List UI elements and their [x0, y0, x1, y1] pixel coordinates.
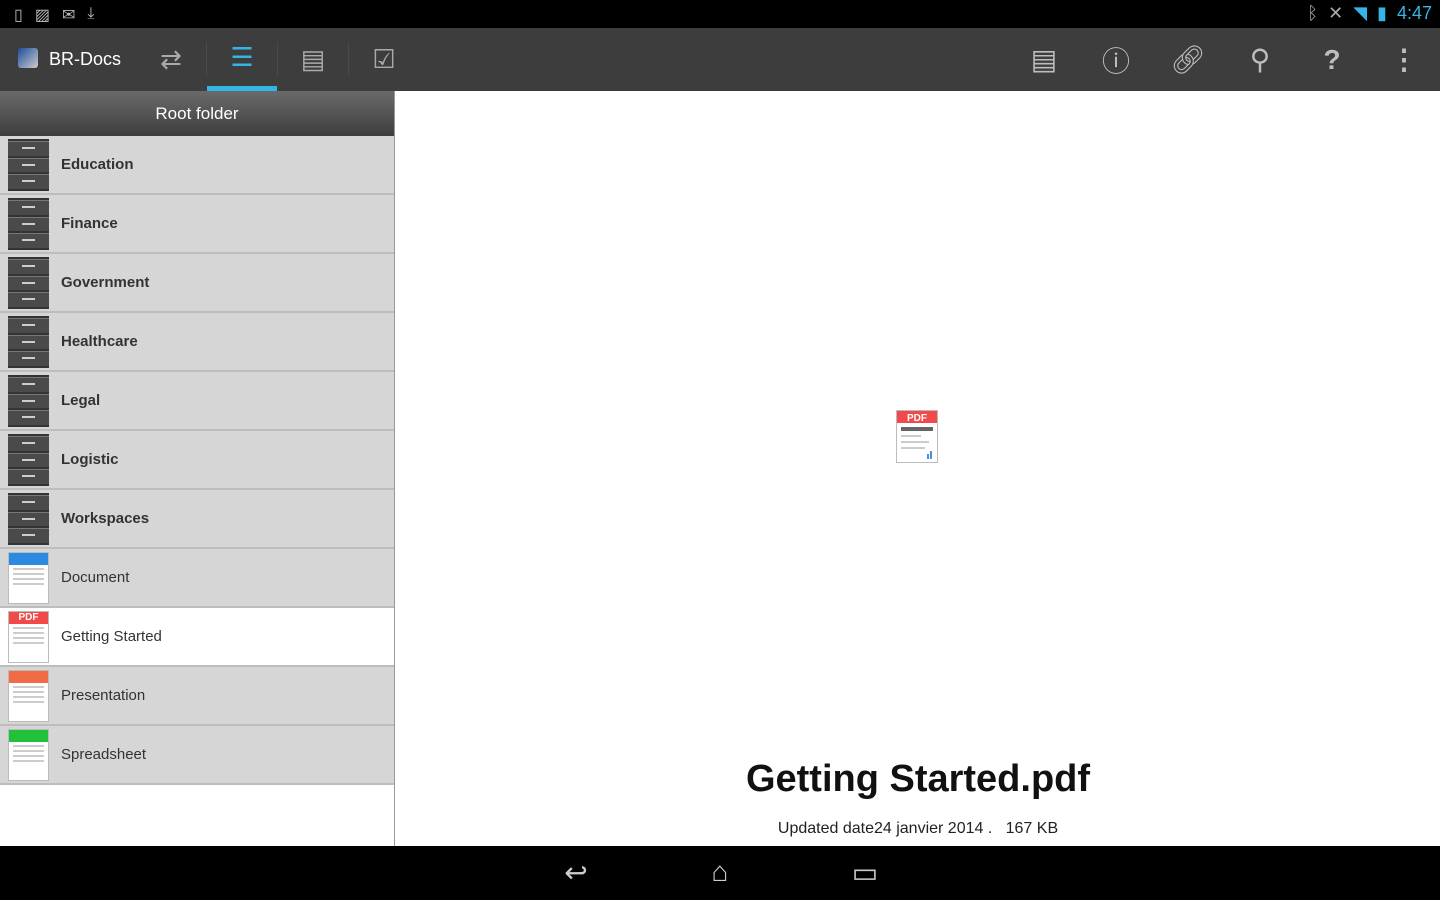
- wifi-icon: ◥: [1353, 3, 1368, 23]
- sync-icon[interactable]: ⇄: [136, 28, 206, 91]
- document-icon: [8, 552, 49, 604]
- list-item-label: Getting Started: [61, 628, 162, 645]
- app-title[interactable]: BR-Docs: [49, 49, 121, 70]
- bluetooth-icon: ᛒ: [1307, 3, 1319, 23]
- list-item-label: Spreadsheet: [61, 746, 147, 763]
- muted-icon: ✕: [1328, 3, 1344, 23]
- list-item[interactable]: PDF Getting Started: [0, 608, 394, 667]
- file-size: 167 KB: [1005, 820, 1059, 837]
- updated-date: Updated date24 janvier 2014 .: [777, 820, 993, 837]
- list-item-label: Logistic: [61, 451, 119, 468]
- file-meta: Updated date24 janvier 2014 . 167 KB: [396, 820, 1440, 838]
- list-item-label: Finance: [61, 215, 118, 232]
- pdf-preview-icon[interactable]: PDF: [896, 410, 938, 463]
- battery-charging-icon: ▮: [1377, 3, 1387, 23]
- comments-icon[interactable]: ▤: [1014, 28, 1074, 91]
- file-cabinet-icon[interactable]: ☰: [207, 28, 277, 91]
- list-item[interactable]: Government: [0, 254, 394, 313]
- pdf-badge: PDF: [907, 413, 927, 424]
- pdf-icon: PDF: [8, 611, 49, 663]
- document-list-icon[interactable]: ▤: [278, 28, 348, 91]
- sd-card-icon: ▯: [14, 7, 23, 24]
- list-item[interactable]: Presentation: [0, 667, 394, 726]
- list-item-label: Education: [61, 156, 134, 173]
- folder-cabinet-icon: [8, 375, 49, 427]
- presentation-icon: [8, 670, 49, 722]
- download-icon: ⤓: [87, 5, 95, 22]
- folder-cabinet-icon: [8, 316, 49, 368]
- spreadsheet-icon: [8, 729, 49, 781]
- status-bar: ▯ ▨ ✉ ⤓ ᛒ ✕ ◥ ▮ 4:47: [0, 0, 1440, 28]
- folder-cabinet-icon: [8, 139, 49, 191]
- home-icon[interactable]: ⌂: [690, 856, 750, 890]
- clock: 4:47: [1396, 3, 1432, 23]
- folder-cabinet-icon: [8, 434, 49, 486]
- file-name: Getting Started.pdf: [745, 758, 1091, 800]
- list-item[interactable]: Healthcare: [0, 313, 394, 372]
- list-item[interactable]: Spreadsheet: [0, 726, 394, 785]
- list-item[interactable]: Finance: [0, 195, 394, 254]
- user-check-icon[interactable]: ☑: [349, 28, 419, 91]
- help-icon[interactable]: ?: [1302, 28, 1362, 91]
- list-item-label: Presentation: [61, 687, 146, 704]
- list-item-label: Healthcare: [61, 333, 138, 350]
- back-icon[interactable]: ↩: [546, 856, 606, 890]
- overflow-menu-icon[interactable]: ⋮: [1374, 28, 1434, 91]
- info-icon[interactable]: ⓘ: [1086, 28, 1146, 91]
- folder-cabinet-icon: [8, 257, 49, 309]
- action-bar: BR-Docs ⇄ ☰ ▤ ☑ ▤ ⓘ 🔗︎ ⚲ ? ⋮: [0, 28, 1440, 91]
- image-icon: ▨: [34, 7, 50, 24]
- folder-sidebar: Root folder Education Finance Government He…: [0, 91, 395, 846]
- sidebar-header: Root folder: [0, 91, 394, 136]
- list-item[interactable]: Legal: [0, 372, 394, 431]
- list-item[interactable]: Document: [0, 549, 394, 608]
- list-item-label: Legal: [61, 392, 101, 409]
- recent-apps-icon[interactable]: ▭: [835, 856, 895, 890]
- navigation-bar: ↩ ⌂ ▭: [0, 846, 1440, 900]
- search-icon[interactable]: ⚲: [1230, 28, 1290, 91]
- gmail-icon: ✉: [61, 7, 76, 24]
- folder-cabinet-icon: [8, 198, 49, 250]
- list-item-label: Workspaces: [61, 510, 150, 527]
- list-item-label: Government: [61, 274, 150, 291]
- app-logo[interactable]: [18, 48, 38, 68]
- link-icon[interactable]: 🔗︎: [1158, 28, 1218, 91]
- list-item[interactable]: Education: [0, 136, 394, 195]
- list-item[interactable]: Logistic: [0, 431, 394, 490]
- list-item[interactable]: Workspaces: [0, 490, 394, 549]
- folder-cabinet-icon: [8, 493, 49, 545]
- list-item-label: Document: [61, 569, 130, 586]
